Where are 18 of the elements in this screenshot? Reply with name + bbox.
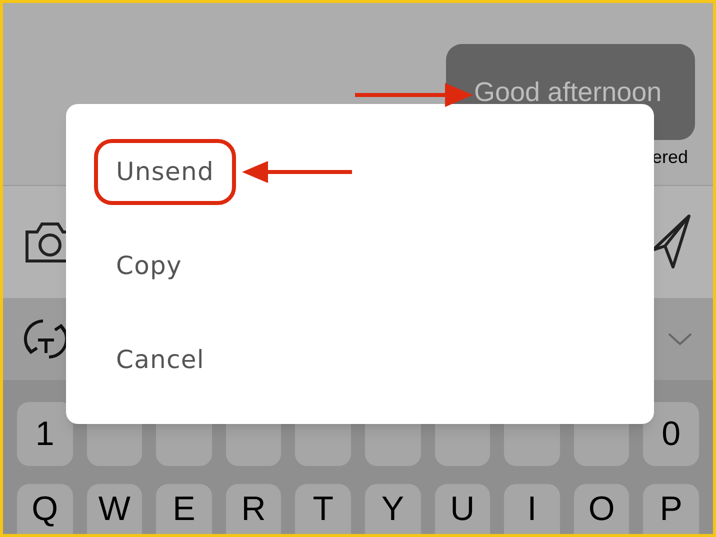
delivery-status: ered — [652, 148, 688, 166]
keyboard-key[interactable]: 0 — [643, 402, 699, 466]
dialog-option[interactable]: Copy — [94, 233, 204, 299]
send-icon[interactable] — [651, 214, 691, 270]
keyboard-key[interactable]: T — [295, 484, 351, 534]
chevron-down-icon[interactable] — [667, 332, 693, 346]
keyboard-key[interactable]: Y — [364, 484, 421, 534]
keyboard-key[interactable]: 1 — [17, 402, 73, 466]
keyboard-key[interactable]: E — [156, 484, 212, 534]
dialog-option[interactable]: Unsend — [94, 139, 236, 205]
keyboard-key[interactable]: R — [226, 484, 282, 534]
keyboard-key[interactable]: W — [86, 484, 142, 534]
keyboard-key[interactable]: O — [574, 484, 630, 534]
dialog-option[interactable]: Cancel — [94, 327, 226, 393]
keyboard-key[interactable]: U — [434, 484, 490, 534]
keyboard-key[interactable]: Q — [17, 484, 73, 534]
keyboard-key[interactable]: P — [643, 484, 699, 534]
keyboard-key[interactable]: I — [504, 484, 560, 534]
